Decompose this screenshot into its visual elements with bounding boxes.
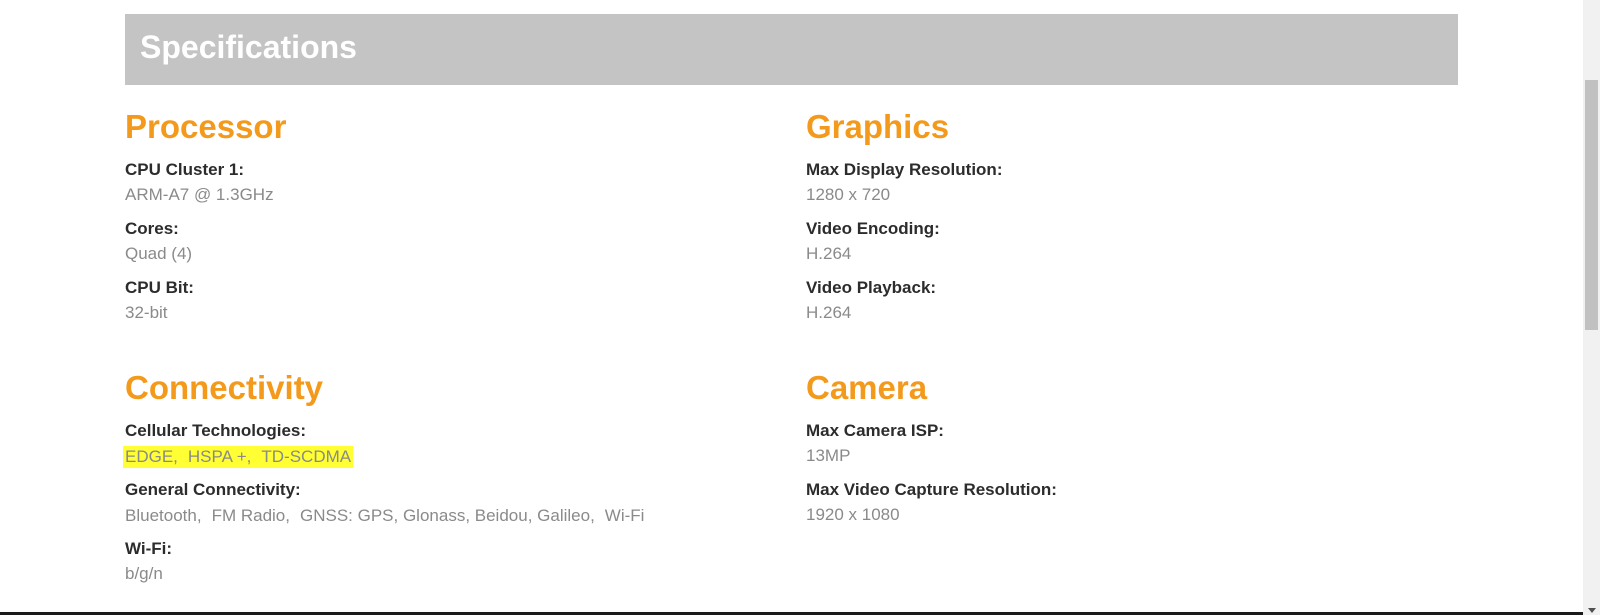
spec-item: Cores: Quad (4)	[125, 218, 765, 267]
spec-item: Max Display Resolution: 1280 x 720	[806, 159, 1446, 208]
wifi-label: Wi-Fi:	[125, 539, 173, 558]
highlighted-selection: EDGE, HSPA +, TD-SCDMA	[123, 446, 354, 468]
max-video-capture-value: 1920 x 1080	[806, 505, 900, 524]
connectivity-heading: Connectivity	[125, 369, 324, 406]
cpu-cluster-value: ARM-A7 @ 1.3GHz	[125, 185, 274, 204]
spec-item: General Connectivity: Bluetooth, FM Radio…	[125, 479, 785, 528]
camera-heading: Camera	[806, 369, 928, 406]
cpu-bit-value: 32-bit	[125, 303, 168, 322]
graphics-heading: Graphics	[806, 108, 950, 145]
spec-item: Max Video Capture Resolution: 1920 x 108…	[806, 479, 1446, 528]
chevron-down-icon[interactable]	[1588, 608, 1596, 613]
spec-item: Wi-Fi: b/g/n	[125, 538, 785, 587]
cellular-tech-td-scdma: TD-SCDMA	[261, 447, 352, 466]
cellular-technologies-value: EDGE, HSPA +, TD-SCDMA	[123, 445, 785, 469]
specifications-page: Specifications Processor CPU Cluster 1: …	[0, 0, 1600, 615]
connectivity-fm-radio: FM Radio,	[211, 506, 290, 525]
camera-section: Camera Max Camera ISP: 13MP Max Video Ca…	[806, 368, 1446, 538]
processor-section: Processor CPU Cluster 1: ARM-A7 @ 1.3GHz…	[125, 107, 765, 336]
connectivity-section: Connectivity Cellular Technologies: EDGE…	[123, 368, 785, 597]
spec-item: Video Encoding: H.264	[806, 218, 1446, 267]
video-encoding-label: Video Encoding:	[806, 219, 940, 238]
connectivity-bluetooth: Bluetooth,	[125, 506, 202, 525]
max-display-resolution-label: Max Display Resolution:	[806, 160, 1003, 179]
processor-heading: Processor	[125, 108, 287, 145]
max-camera-isp-label: Max Camera ISP:	[806, 421, 944, 440]
spec-item: CPU Cluster 1: ARM-A7 @ 1.3GHz	[125, 159, 765, 208]
spec-item: Video Playback: H.264	[806, 277, 1446, 326]
wifi-value: b/g/n	[125, 564, 163, 583]
max-display-resolution-value: 1280 x 720	[806, 185, 891, 204]
cpu-cluster-label: CPU Cluster 1:	[125, 160, 245, 179]
cellular-tech-edge: EDGE,	[125, 447, 178, 466]
spec-item: Cellular Technologies: EDGE, HSPA +, TD-SC…	[123, 420, 785, 469]
cellular-tech-hspa: HSPA +,	[187, 447, 252, 466]
video-playback-value: H.264	[806, 303, 852, 322]
page-title: Specifications	[140, 29, 357, 65]
video-encoding-value: H.264	[806, 244, 852, 263]
max-camera-isp-value: 13MP	[806, 446, 851, 465]
general-connectivity-label: General Connectivity:	[125, 480, 301, 499]
video-playback-label: Video Playback:	[806, 278, 937, 297]
connectivity-gnss: GNSS: GPS, Glonass, Beidou, Galileo,	[299, 506, 595, 525]
graphics-section: Graphics Max Display Resolution: 1280 x …	[806, 107, 1446, 336]
connectivity-wifi: Wi-Fi	[604, 506, 645, 525]
max-video-capture-label: Max Video Capture Resolution:	[806, 480, 1057, 499]
specifications-banner: Specifications	[125, 14, 1458, 85]
general-connectivity-value: Bluetooth, FM Radio, GNSS: GPS, Glonass, B…	[125, 504, 785, 528]
cpu-bit-label: CPU Bit:	[125, 278, 194, 297]
spec-item: Max Camera ISP: 13MP	[806, 420, 1446, 469]
cores-label: Cores:	[125, 219, 179, 238]
vertical-scrollbar[interactable]	[1583, 0, 1600, 615]
scrollbar-thumb[interactable]	[1585, 80, 1598, 330]
cellular-technologies-label: Cellular Technologies:	[125, 421, 307, 440]
cores-value: Quad (4)	[125, 244, 193, 263]
spec-item: CPU Bit: 32-bit	[125, 277, 765, 326]
